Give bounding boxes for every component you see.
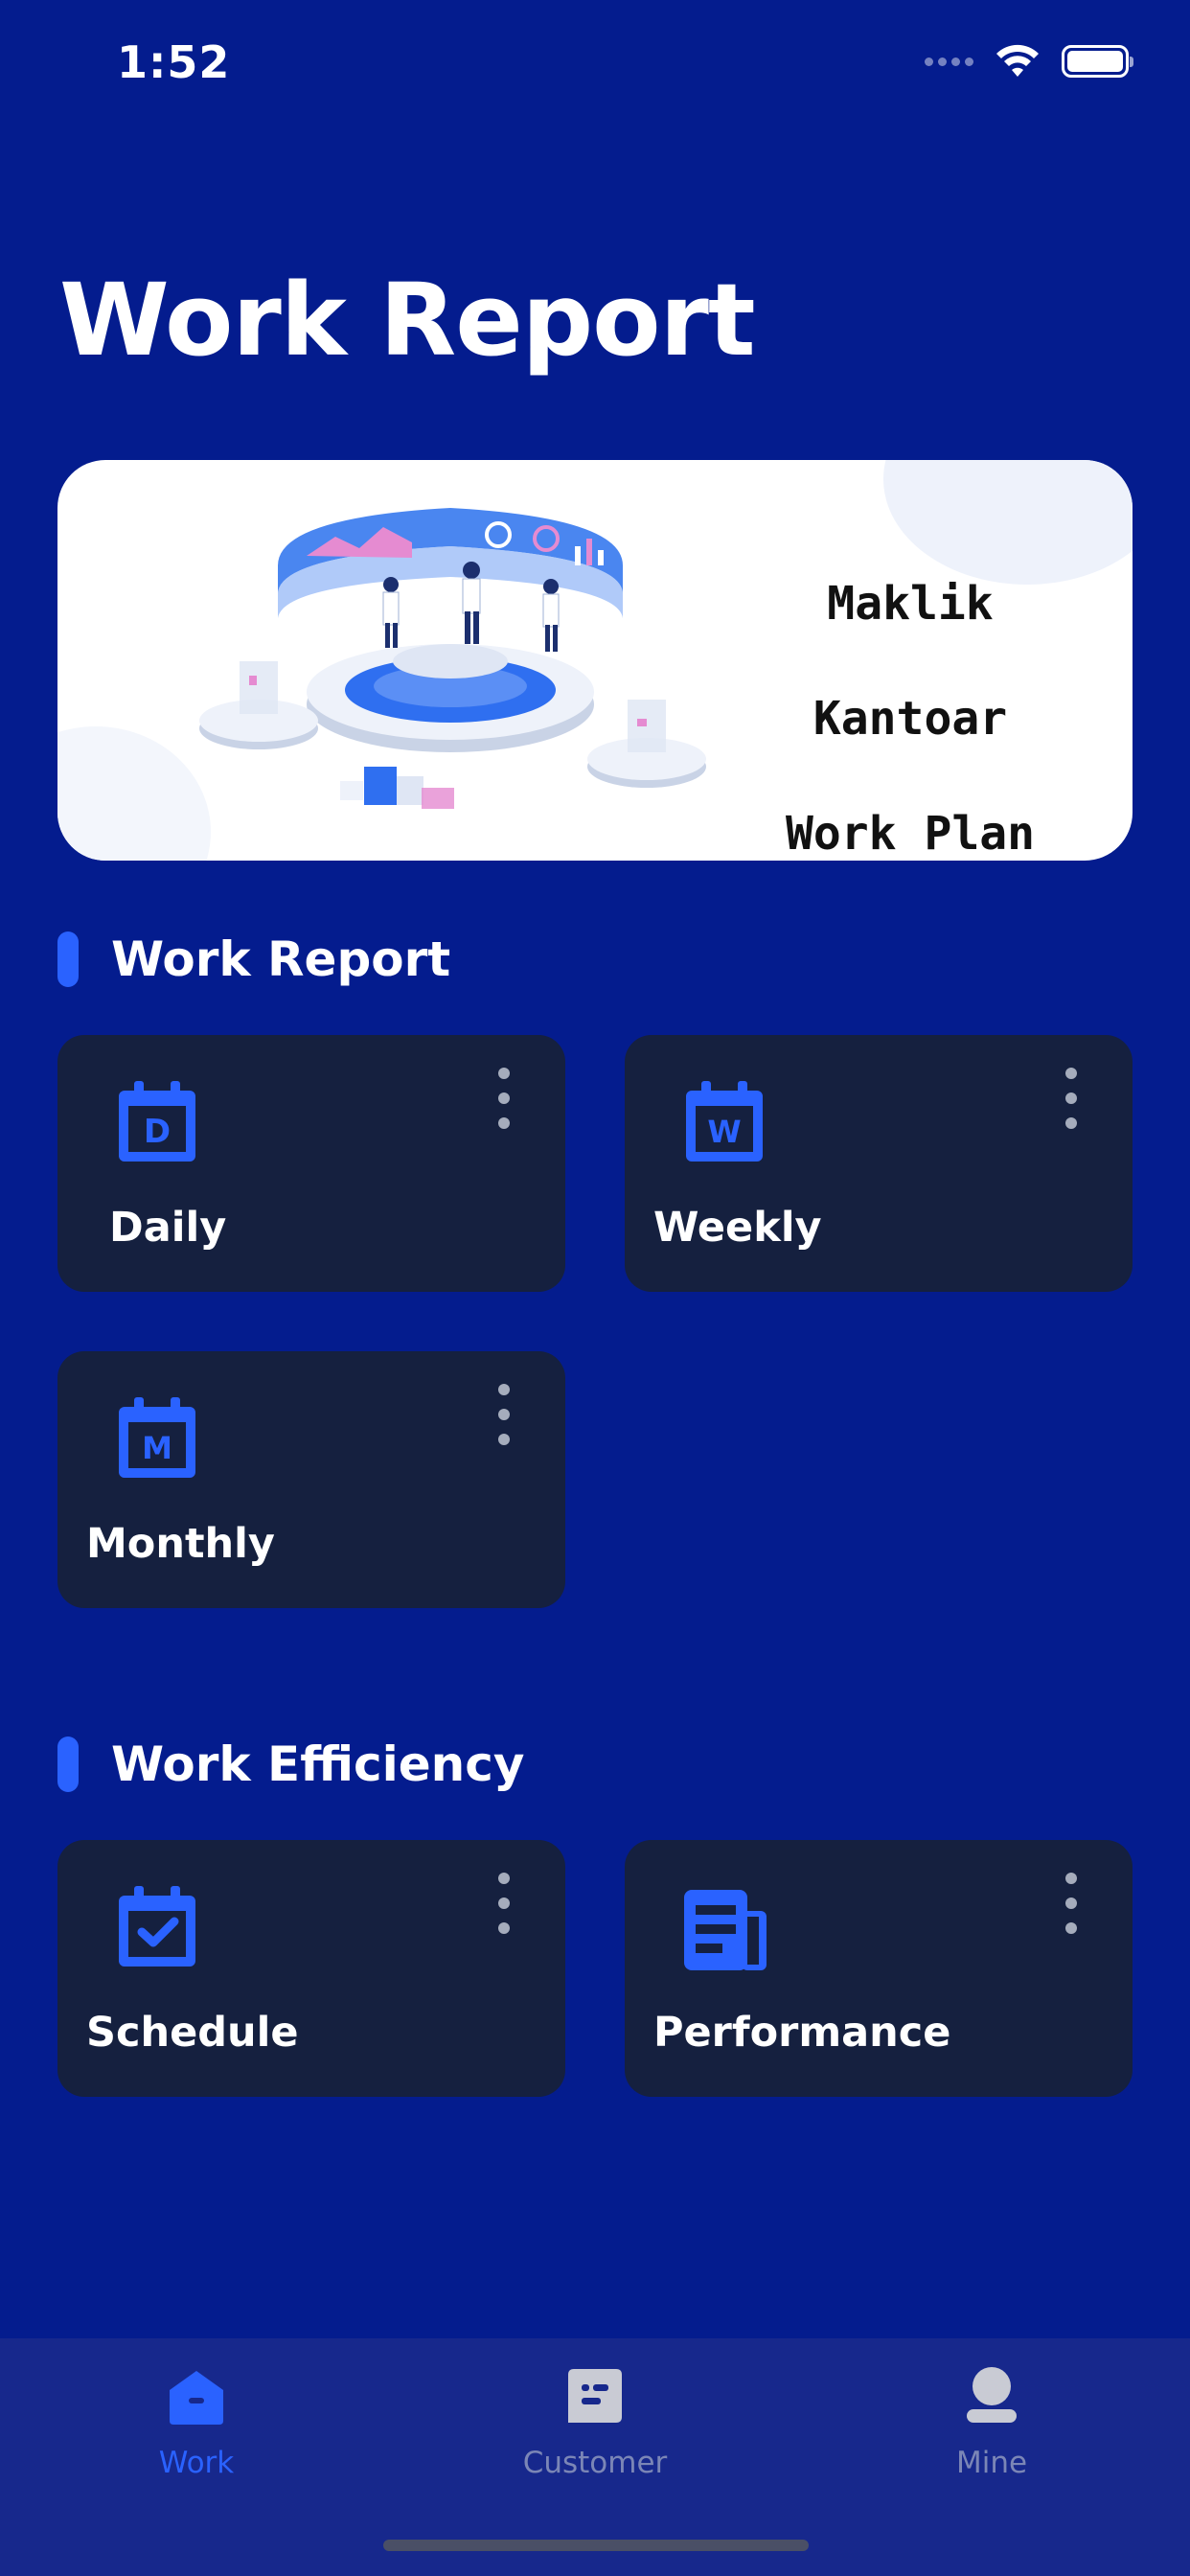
svg-text:D: D xyxy=(144,1113,171,1151)
wifi-icon xyxy=(996,44,1039,77)
chat-icon xyxy=(568,2369,622,2423)
cellular-signal-icon xyxy=(925,57,973,66)
status-time: 1:52 xyxy=(117,36,231,88)
schedule-card[interactable]: Schedule xyxy=(57,1840,565,2097)
work-plan-banner[interactable]: Maklik Kantoar Work Plan xyxy=(57,460,1133,861)
tab-label: Mine xyxy=(955,2446,1028,2480)
tab-customer[interactable]: Customer xyxy=(470,2365,720,2480)
banner-title: Maklik Kantoar xyxy=(812,577,1008,746)
monthly-report-card[interactable]: M Monthly xyxy=(57,1351,565,1608)
tab-label: Work xyxy=(158,2446,235,2480)
banner-text: Maklik Kantoar Work Plan xyxy=(719,546,1102,861)
status-bar: 1:52 xyxy=(0,0,1190,126)
performance-card[interactable]: Performance xyxy=(625,1840,1133,2097)
page-title: Work Report xyxy=(59,262,756,379)
section-title: Work Efficiency xyxy=(111,1736,525,1792)
tab-work[interactable]: Work xyxy=(72,2365,321,2480)
section-accent-bar xyxy=(57,1736,79,1792)
daily-report-card[interactable]: D Daily xyxy=(57,1035,565,1292)
card-label: Weekly xyxy=(653,1204,822,1252)
tab-label: Customer xyxy=(522,2446,668,2480)
section-title: Work Report xyxy=(111,932,451,987)
calendar-m-icon: M xyxy=(119,1397,195,1478)
more-options-icon[interactable] xyxy=(1060,1873,1083,1934)
home-indicator[interactable] xyxy=(383,2540,809,2551)
work-report-section-header: Work Report xyxy=(57,932,450,987)
user-icon xyxy=(967,2367,1017,2423)
battery-icon xyxy=(1062,45,1133,78)
work-efficiency-section-header: Work Efficiency xyxy=(57,1736,524,1792)
more-options-icon[interactable] xyxy=(492,1384,515,1445)
more-options-icon[interactable] xyxy=(492,1873,515,1934)
more-options-icon[interactable] xyxy=(1060,1068,1083,1129)
weekly-report-card[interactable]: W Weekly xyxy=(625,1035,1133,1292)
svg-text:W: W xyxy=(707,1114,741,1150)
newspaper-icon xyxy=(684,1890,767,1970)
calendar-check-icon xyxy=(119,1886,195,1966)
banner-subtitle: Work Plan xyxy=(785,807,1036,861)
card-label: Monthly xyxy=(86,1520,275,1568)
card-label: Daily xyxy=(109,1204,227,1252)
svg-text:M: M xyxy=(142,1430,172,1466)
dashboard-illustration xyxy=(199,508,706,809)
calendar-w-icon: W xyxy=(686,1081,763,1162)
tab-mine[interactable]: Mine xyxy=(867,2365,1116,2480)
status-icons xyxy=(925,44,1133,79)
more-options-icon[interactable] xyxy=(492,1068,515,1129)
section-accent-bar xyxy=(57,932,79,987)
calendar-d-icon: D xyxy=(119,1081,195,1162)
home-icon xyxy=(170,2371,223,2425)
card-label: Schedule xyxy=(86,2009,299,2057)
card-label: Performance xyxy=(653,2009,951,2057)
